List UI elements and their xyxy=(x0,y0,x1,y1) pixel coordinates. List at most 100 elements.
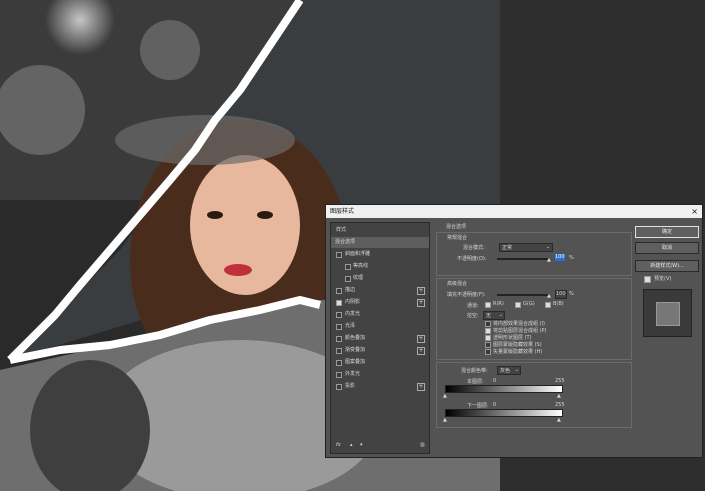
add-icon[interactable]: + xyxy=(417,299,425,307)
blend-if-select[interactable]: 灰色 ⌄ xyxy=(497,366,521,375)
style-item-label: 等高线 xyxy=(353,263,369,269)
style-checkbox[interactable] xyxy=(336,300,342,306)
opacity-label: 不透明度(O): xyxy=(457,256,487,262)
cancel-button[interactable]: 取消 xyxy=(635,242,699,254)
underlying-white-handle[interactable]: ▲ xyxy=(557,417,561,423)
style-checkbox[interactable] xyxy=(336,288,342,294)
underlying-black-handle[interactable]: ▲ xyxy=(443,417,447,423)
channel-label: R(R) xyxy=(493,301,504,307)
close-icon[interactable]: × xyxy=(691,205,698,218)
style-checkbox[interactable] xyxy=(345,264,351,270)
fill-opacity-input[interactable]: 100 xyxy=(555,290,567,299)
style-item[interactable]: 渐变叠加 + xyxy=(331,345,429,356)
style-item[interactable]: 外发光 xyxy=(331,369,429,380)
style-checkbox[interactable] xyxy=(336,348,342,354)
blend-if-value: 灰色 xyxy=(500,368,511,374)
channel-checkbox[interactable] xyxy=(485,302,491,308)
style-checkbox[interactable] xyxy=(336,360,342,366)
option-label: 将内部效果混合成组 (I) xyxy=(493,321,545,327)
preview-label: 预览(V) xyxy=(654,276,672,282)
trash-icon[interactable]: ▥ xyxy=(420,442,425,448)
style-item[interactable]: 纹理 xyxy=(331,273,429,284)
this-layer-high: 255 xyxy=(555,378,565,384)
option-label: 矢量蒙版隐藏效果 (H) xyxy=(493,349,543,355)
style-item[interactable]: 混合选项 xyxy=(331,237,429,248)
chevron-down-icon: ⌄ xyxy=(514,367,519,373)
layer-style-dialog: 图层样式 × 样式 混合选项 斜面和浮雕 等高线 纹理 描边 + 内阴影 + 内发光 光泽 颜色叠加… xyxy=(325,204,703,458)
blend-if-group: 混合颜色带: 灰色 ⌄ 本图层: 0 255 ▲ ▲ 下一图层: 0 255 ▲… xyxy=(436,362,632,428)
style-item[interactable]: 图案叠加 xyxy=(331,357,429,368)
style-item-label: 描边 xyxy=(345,287,356,293)
fx-toolbar: fx ▴ ▾ ▥ xyxy=(330,440,430,452)
style-item[interactable]: 内阴影 + xyxy=(331,297,429,308)
channels-label: 通道: xyxy=(467,303,479,309)
channel-checkbox[interactable] xyxy=(515,302,521,308)
advanced-title: 高级混合 xyxy=(447,281,468,287)
fx-icon[interactable]: fx xyxy=(336,442,341,448)
style-checkbox[interactable] xyxy=(336,372,342,378)
opacity-slider-handle[interactable]: ▲ xyxy=(547,257,551,263)
down-arrow-icon[interactable]: ▾ xyxy=(360,442,363,448)
style-checkbox[interactable] xyxy=(336,312,342,318)
style-item[interactable]: 描边 + xyxy=(331,285,429,296)
add-icon[interactable]: + xyxy=(417,287,425,295)
knockout-select[interactable]: 无 ⌄ xyxy=(483,311,505,320)
style-item[interactable]: 颜色叠加 + xyxy=(331,333,429,344)
add-icon[interactable]: + xyxy=(417,347,425,355)
style-item-label: 渐变叠加 xyxy=(345,347,366,353)
style-item-label: 斜面和浮雕 xyxy=(345,251,371,257)
this-layer-white-handle[interactable]: ▲ xyxy=(557,393,561,399)
style-item[interactable]: 投影 + xyxy=(331,381,429,392)
opacity-slider[interactable] xyxy=(497,258,549,260)
dialog-titlebar: 图层样式 × xyxy=(326,205,702,218)
option-checkbox[interactable] xyxy=(485,321,491,327)
option-checkbox[interactable] xyxy=(485,335,491,341)
channel-checkbox[interactable] xyxy=(545,302,551,308)
add-icon[interactable]: + xyxy=(417,383,425,391)
style-item-label: 内阴影 xyxy=(345,299,361,305)
style-item[interactable]: 斜面和浮雕 xyxy=(331,249,429,260)
style-item-label: 投影 xyxy=(345,383,356,389)
fill-slider-handle[interactable]: ▲ xyxy=(547,293,551,299)
style-item-label: 颜色叠加 xyxy=(345,335,366,341)
add-icon[interactable]: + xyxy=(417,335,425,343)
knockout-value: 无 xyxy=(486,313,492,319)
style-checkbox[interactable] xyxy=(336,384,342,390)
style-checkbox[interactable] xyxy=(336,324,342,330)
this-layer-gradient xyxy=(445,385,563,393)
ok-button[interactable]: 确定 xyxy=(635,226,699,238)
style-item-label: 纹理 xyxy=(353,275,364,281)
opacity-input[interactable]: 100 xyxy=(555,254,565,261)
style-checkbox[interactable] xyxy=(345,276,351,282)
channel-label: G(G) xyxy=(523,301,535,307)
opacity-percent: % xyxy=(569,255,574,261)
up-arrow-icon[interactable]: ▴ xyxy=(350,442,353,448)
style-item-label: 图案叠加 xyxy=(345,359,366,365)
section-title: 混合选项 xyxy=(446,224,467,230)
advanced-blending-group: 高级混合 填充不透明度(F): ▲ 100 % 通道: R(R) G(G) B(B)… xyxy=(436,278,632,360)
style-item[interactable]: 等高线 xyxy=(331,261,429,272)
fill-opacity-slider[interactable] xyxy=(497,294,549,296)
this-layer-black-handle[interactable]: ▲ xyxy=(443,393,447,399)
this-layer-low: 0 xyxy=(493,378,497,384)
style-list: 样式 混合选项 斜面和浮雕 等高线 纹理 描边 + 内阴影 + 内发光 光泽 颜色叠加 + 渐变叠加 + 图… xyxy=(330,222,430,454)
style-checkbox[interactable] xyxy=(336,336,342,342)
option-checkbox[interactable] xyxy=(485,342,491,348)
style-preview xyxy=(643,289,692,337)
style-checkbox[interactable] xyxy=(336,252,342,258)
preview-checkbox[interactable] xyxy=(644,276,651,283)
general-blending-group: 常规混合 混合模式: 正常 ⌄ 不透明度(O): ▲ 100 % xyxy=(436,232,632,276)
chevron-down-icon: ⌄ xyxy=(498,312,503,318)
blend-mode-value: 正常 xyxy=(502,245,513,251)
option-checkbox[interactable] xyxy=(485,328,491,334)
preview-swatch xyxy=(656,302,680,326)
option-label: 图层蒙版隐藏效果 (S) xyxy=(493,342,542,348)
new-style-button[interactable]: 新建样式(W)... xyxy=(635,260,699,272)
underlying-high: 255 xyxy=(555,402,565,408)
dialog-title: 图层样式 xyxy=(330,208,355,215)
option-checkbox[interactable] xyxy=(485,349,491,355)
blending-options-panel: 混合选项 常规混合 混合模式: 正常 ⌄ 不透明度(O): ▲ 100 % 高级… xyxy=(436,220,632,454)
style-item[interactable]: 光泽 xyxy=(331,321,429,332)
style-item[interactable]: 内发光 xyxy=(331,309,429,320)
blend-mode-select[interactable]: 正常 ⌄ xyxy=(499,243,553,252)
